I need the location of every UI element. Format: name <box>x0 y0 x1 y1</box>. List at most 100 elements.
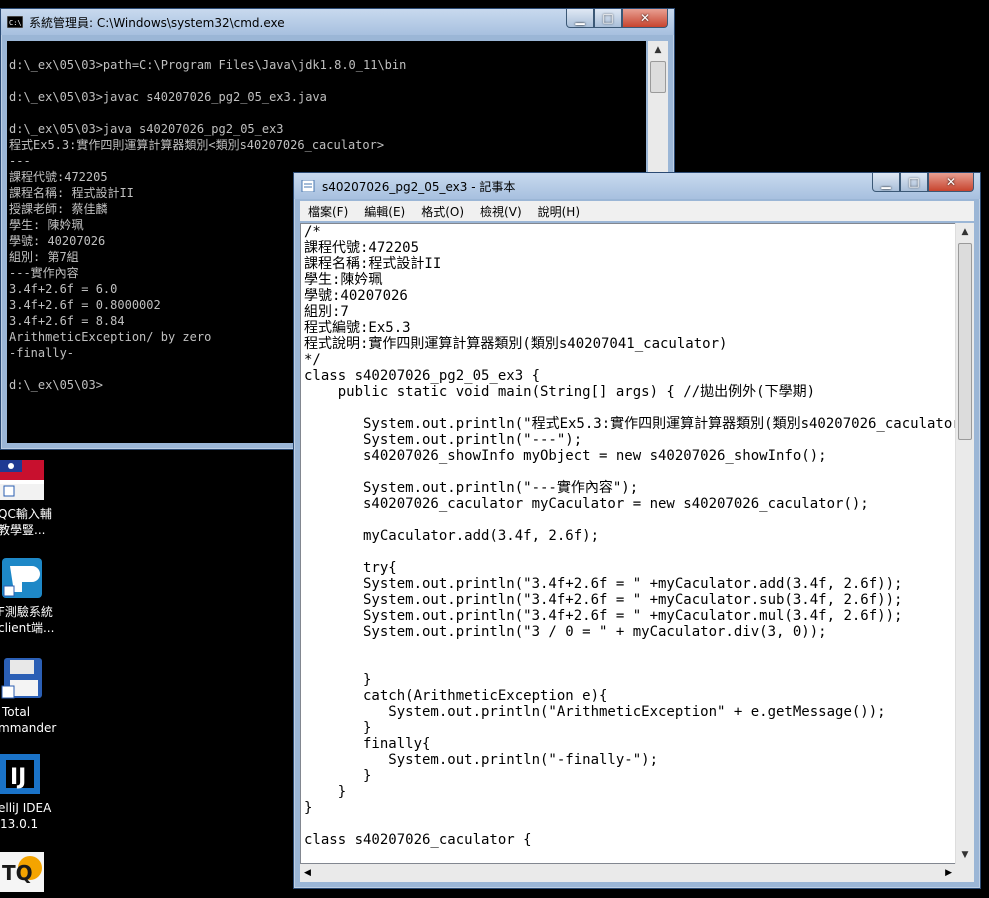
text-line: */ <box>304 352 321 368</box>
icon-label: 教學豎... <box>0 523 46 537</box>
scroll-thumb[interactable] <box>958 243 972 440</box>
text-line: System.out.println("ArithmeticException"… <box>304 704 886 720</box>
text-line <box>9 105 646 121</box>
app-icon: TQ <box>0 852 44 892</box>
text-line: 學號:40207026 <box>304 288 408 304</box>
menu-help[interactable]: 說明(H) <box>530 203 588 220</box>
text-line: 程式編號:Ex5.3 <box>304 320 411 336</box>
maximize-button[interactable]: □ <box>594 9 622 28</box>
scroll-right-arrow-icon[interactable]: ▶ <box>945 868 956 878</box>
text-line <box>9 41 646 57</box>
menu-file[interactable]: 檔案(F) <box>300 203 356 220</box>
cmd-title: 系統管理員: C:\Windows\system32\cmd.exe <box>29 15 285 30</box>
minimize-button[interactable]: ▁ <box>872 173 900 192</box>
minimize-icon: ▁ <box>575 11 585 25</box>
text-line: s40207026_caculator myCaculator = new s4… <box>304 496 869 512</box>
text-line: 課程名稱:程式設計II <box>304 256 442 272</box>
text-line <box>9 73 646 89</box>
desktop-icon-intellij[interactable]: IJ elliJ IDEA 13.0.1 <box>0 752 60 832</box>
notepad-title: s40207026_pg2_05_ex3 - 記事本 <box>322 179 516 194</box>
text-line: System.out.println("3.4f+2.6f = " +myCac… <box>304 576 903 592</box>
text-line: d:\_ex\05\03>javac s40207026_pg2_05_ex3.… <box>9 90 327 104</box>
text-line: } <box>304 720 372 736</box>
text-line: System.out.println("程式Ex5.3:實作四則運算計算器類別(… <box>304 416 956 432</box>
text-line: myCaculator.add(3.4f, 2.6f); <box>304 528 600 544</box>
text-line <box>304 816 955 832</box>
svg-text:TQ: TQ <box>2 861 33 885</box>
icon-label: 13.0.1 <box>0 817 39 831</box>
icon-label: F測驗系統 <box>0 605 53 619</box>
text-line: System.out.println("---"); <box>304 432 583 448</box>
icon-label: client端... <box>0 621 55 635</box>
svg-text:C:\: C:\ <box>9 19 22 27</box>
maximize-button[interactable]: □ <box>900 173 928 192</box>
text-line: s40207026_showInfo myObject = new s40207… <box>304 448 827 464</box>
desktop-icon-partial[interactable]: TQ <box>0 850 60 898</box>
cmd-icon: C:\ <box>7 16 23 28</box>
maximize-icon: □ <box>908 175 920 189</box>
text-line <box>304 640 955 656</box>
text-line: 程式Ex5.3:實作四則運算計算器類別<類別s40207026_caculato… <box>9 138 385 152</box>
icon-label: mmander <box>0 721 57 735</box>
close-button[interactable]: ✕ <box>928 173 974 192</box>
notepad-window[interactable]: s40207026_pg2_05_ex3 - 記事本 ▁ □ ✕ 檔案(F) 編… <box>293 172 981 889</box>
text-line: try{ <box>304 560 397 576</box>
text-line: } <box>304 768 372 784</box>
editor-horizontal-scrollbar[interactable]: ◀ ▶ <box>300 864 956 882</box>
close-icon: ✕ <box>945 175 957 189</box>
text-line: System.out.println("3 / 0 = " + myCacula… <box>304 624 827 640</box>
menu-edit[interactable]: 編輯(E) <box>356 203 413 220</box>
cmd-titlebar[interactable]: C:\ 系統管理員: C:\Windows\system32\cmd.exe ▁… <box>1 9 674 35</box>
icon-label: elliJ IDEA <box>0 801 52 815</box>
text-line: /* <box>304 224 321 240</box>
close-icon: ✕ <box>639 11 651 25</box>
text-line: d:\_ex\05\03>path=C:\Program Files\Java\… <box>9 58 407 72</box>
text-line: System.out.println("3.4f+2.6f = " +myCac… <box>304 608 903 624</box>
intellij-idea-icon: IJ <box>0 754 40 794</box>
icon-label: QC輸入輔 <box>0 507 52 521</box>
text-line: class s40207026_pg2_05_ex3 { <box>304 368 541 384</box>
minimize-button[interactable]: ▁ <box>566 9 594 28</box>
notepad-icon <box>301 180 315 192</box>
flag-icon <box>0 460 44 500</box>
text-line <box>304 656 955 672</box>
desktop-icon-test-system[interactable]: F測驗系統 client端... <box>0 556 60 636</box>
icon-label: Total <box>2 705 31 719</box>
floppy-icon <box>1 658 42 699</box>
text-line: --- <box>9 154 31 168</box>
maximize-icon: □ <box>602 11 614 25</box>
menu-format[interactable]: 格式(O) <box>413 203 472 220</box>
scroll-thumb[interactable] <box>650 61 666 93</box>
text-line <box>304 400 955 416</box>
text-line: 程式說明:實作四則運算計算器類別(類別s40207041_caculator) <box>304 336 728 352</box>
text-line: } <box>304 784 347 800</box>
text-line: System.out.println("---實作內容"); <box>304 480 639 496</box>
scroll-left-arrow-icon[interactable]: ◀ <box>300 868 311 878</box>
text-line: } <box>304 672 372 688</box>
text-line: System.out.println("-finally-"); <box>304 752 659 768</box>
text-line: System.out.println("3.4f+2.6f = " +myCac… <box>304 592 903 608</box>
text-line: 組別:7 <box>304 304 349 320</box>
menu-bar: 檔案(F) 編輯(E) 格式(O) 檢視(V) 說明(H) <box>300 201 974 221</box>
text-line <box>304 544 955 560</box>
text-editor[interactable]: /* 課程代號:472205 課程名稱:程式設計II 學生:陳妗珮 學號:4020702… <box>300 223 956 864</box>
editor-vertical-scrollbar[interactable]: ▲ ▼ <box>955 223 974 864</box>
desktop-icon-total-commander[interactable]: Total mmander <box>0 656 60 736</box>
close-button[interactable]: ✕ <box>622 9 668 28</box>
desktop-icon-qc[interactable]: QC輸入輔 教學豎... <box>0 458 60 538</box>
text-line: 課程代號:472205 <box>304 240 420 256</box>
menu-view[interactable]: 檢視(V) <box>472 203 530 220</box>
svg-text:IJ: IJ <box>10 765 26 790</box>
text-line: d:\_ex\05\03>java s40207026_pg2_05_ex3 <box>9 122 284 136</box>
minimize-icon: ▁ <box>881 175 891 189</box>
text-line: 學生:陳妗珮 <box>304 272 383 288</box>
resize-grip[interactable] <box>956 864 974 882</box>
test-system-icon <box>2 558 42 598</box>
scroll-up-arrow-icon[interactable]: ▲ <box>956 223 974 241</box>
notepad-titlebar[interactable]: s40207026_pg2_05_ex3 - 記事本 ▁ □ ✕ <box>294 173 980 199</box>
scroll-down-arrow-icon[interactable]: ▼ <box>956 846 974 864</box>
text-line <box>304 464 955 480</box>
scroll-up-arrow-icon[interactable]: ▲ <box>648 41 668 59</box>
text-line <box>304 512 955 528</box>
text-line: public static void main(String[] args) {… <box>304 384 816 400</box>
